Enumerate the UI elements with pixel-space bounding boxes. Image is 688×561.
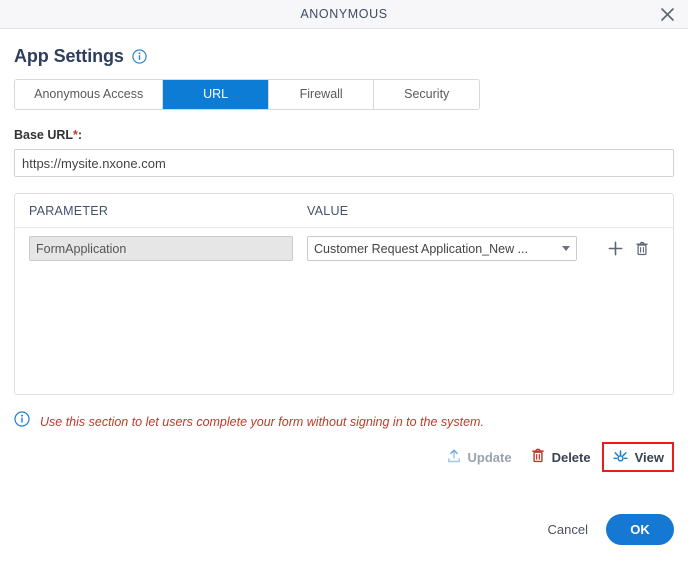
tab-anonymous-access[interactable]: Anonymous Access: [15, 80, 164, 109]
info-note-text: Use this section to let users complete y…: [40, 414, 484, 429]
trash-icon: [530, 447, 546, 467]
column-header-parameter: PARAMETER: [29, 204, 109, 218]
plus-icon[interactable]: [607, 240, 624, 257]
base-url-label-colon: :: [77, 128, 83, 142]
table-header-row: PARAMETER VALUE: [15, 194, 673, 228]
dialog-footer: Cancel OK: [544, 514, 674, 545]
view-button[interactable]: View: [601, 442, 674, 472]
cancel-button[interactable]: Cancel: [544, 516, 592, 543]
ok-button[interactable]: OK: [606, 514, 674, 545]
cell-parameter: [29, 236, 307, 261]
parameter-name-input[interactable]: [29, 236, 293, 261]
tab-firewall[interactable]: Firewall: [268, 80, 375, 109]
upload-icon: [446, 448, 462, 467]
update-button[interactable]: Update: [437, 443, 521, 472]
section-header: App Settings: [14, 46, 674, 67]
dialog-title-bar: ANONYMOUS: [0, 0, 688, 29]
preview-icon: [612, 447, 629, 467]
update-button-label: Update: [467, 449, 512, 465]
value-dropdown[interactable]: Customer Request Application_New ...: [307, 236, 577, 261]
base-url-label: Base URL*:: [14, 128, 674, 142]
trash-icon[interactable]: [634, 240, 650, 257]
info-icon[interactable]: [132, 49, 147, 64]
parameter-table: PARAMETER VALUE Customer Request Applica…: [14, 193, 674, 395]
page-title: App Settings: [14, 46, 124, 66]
info-icon: [14, 411, 30, 432]
close-icon[interactable]: [656, 3, 678, 25]
settings-tabs: Anonymous Access URL Firewall Security: [14, 79, 480, 110]
dialog-title: ANONYMOUS: [300, 7, 388, 21]
chevron-down-icon: [562, 246, 570, 251]
view-button-label: View: [634, 449, 664, 465]
table-row: Customer Request Application_New ...: [15, 228, 673, 261]
action-toolbar: Update Delete View: [14, 442, 674, 472]
cell-value: Customer Request Application_New ...: [307, 236, 577, 261]
delete-button-label: Delete: [551, 449, 591, 465]
tab-url[interactable]: URL: [163, 80, 269, 109]
value-dropdown-label: Customer Request Application_New ...: [314, 241, 528, 256]
delete-button[interactable]: Delete: [521, 442, 600, 472]
info-note: Use this section to let users complete y…: [14, 411, 674, 432]
tab-security[interactable]: Security: [374, 80, 479, 109]
column-header-value: VALUE: [307, 204, 349, 218]
dialog-body: App Settings Anonymous Access URL Firewa…: [0, 46, 688, 561]
base-url-label-text: Base URL: [14, 128, 74, 142]
base-url-input[interactable]: [14, 149, 674, 177]
row-action-group: [607, 240, 650, 257]
